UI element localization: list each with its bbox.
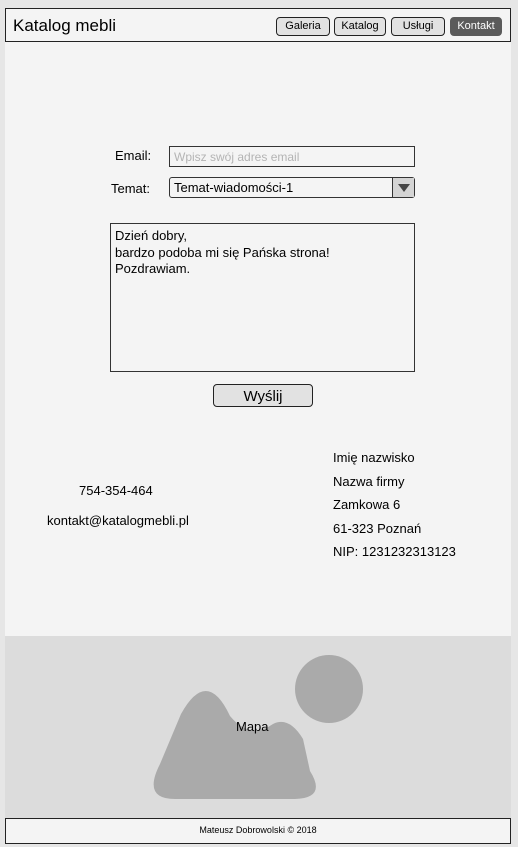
brand-title: Katalog mebli bbox=[13, 16, 117, 35]
contact-email: kontakt@katalogmebli.pl bbox=[47, 513, 189, 528]
header: Katalog mebli Galeria Katalog Usługi Kon… bbox=[5, 8, 511, 42]
topic-label: Temat: bbox=[111, 181, 151, 196]
nav-galeria[interactable]: Galeria bbox=[276, 17, 330, 36]
footer-text: Mateusz Dobrowolski © 2018 bbox=[199, 825, 317, 835]
nav-katalog[interactable]: Katalog bbox=[334, 17, 386, 36]
send-button[interactable]: Wyślij bbox=[213, 384, 313, 407]
nav-uslugi[interactable]: Usługi bbox=[391, 17, 445, 36]
company-nip: NIP: 1231232313123 bbox=[333, 544, 456, 559]
message-textarea[interactable]: Dzień dobry, bardzo podoba mi się Pańska… bbox=[110, 223, 415, 372]
email-label: Email: bbox=[115, 148, 152, 163]
chevron-down-icon[interactable] bbox=[392, 178, 414, 197]
company-person-name: Imię nazwisko bbox=[333, 450, 415, 465]
footer: Mateusz Dobrowolski © 2018 bbox=[5, 818, 511, 844]
email-field[interactable] bbox=[169, 146, 415, 167]
company-firm-name: Nazwa firmy bbox=[333, 474, 405, 489]
contact-phone: 754-354-464 bbox=[79, 483, 153, 498]
topic-select[interactable]: Temat-wiadomości-1 bbox=[169, 177, 415, 198]
topic-selected-value: Temat-wiadomości-1 bbox=[174, 180, 294, 195]
map-label: Mapa bbox=[236, 719, 269, 734]
company-street: Zamkowa 6 bbox=[333, 497, 401, 512]
company-city: 61-323 Poznań bbox=[333, 521, 422, 536]
nav-kontakt[interactable]: Kontakt bbox=[450, 17, 502, 36]
